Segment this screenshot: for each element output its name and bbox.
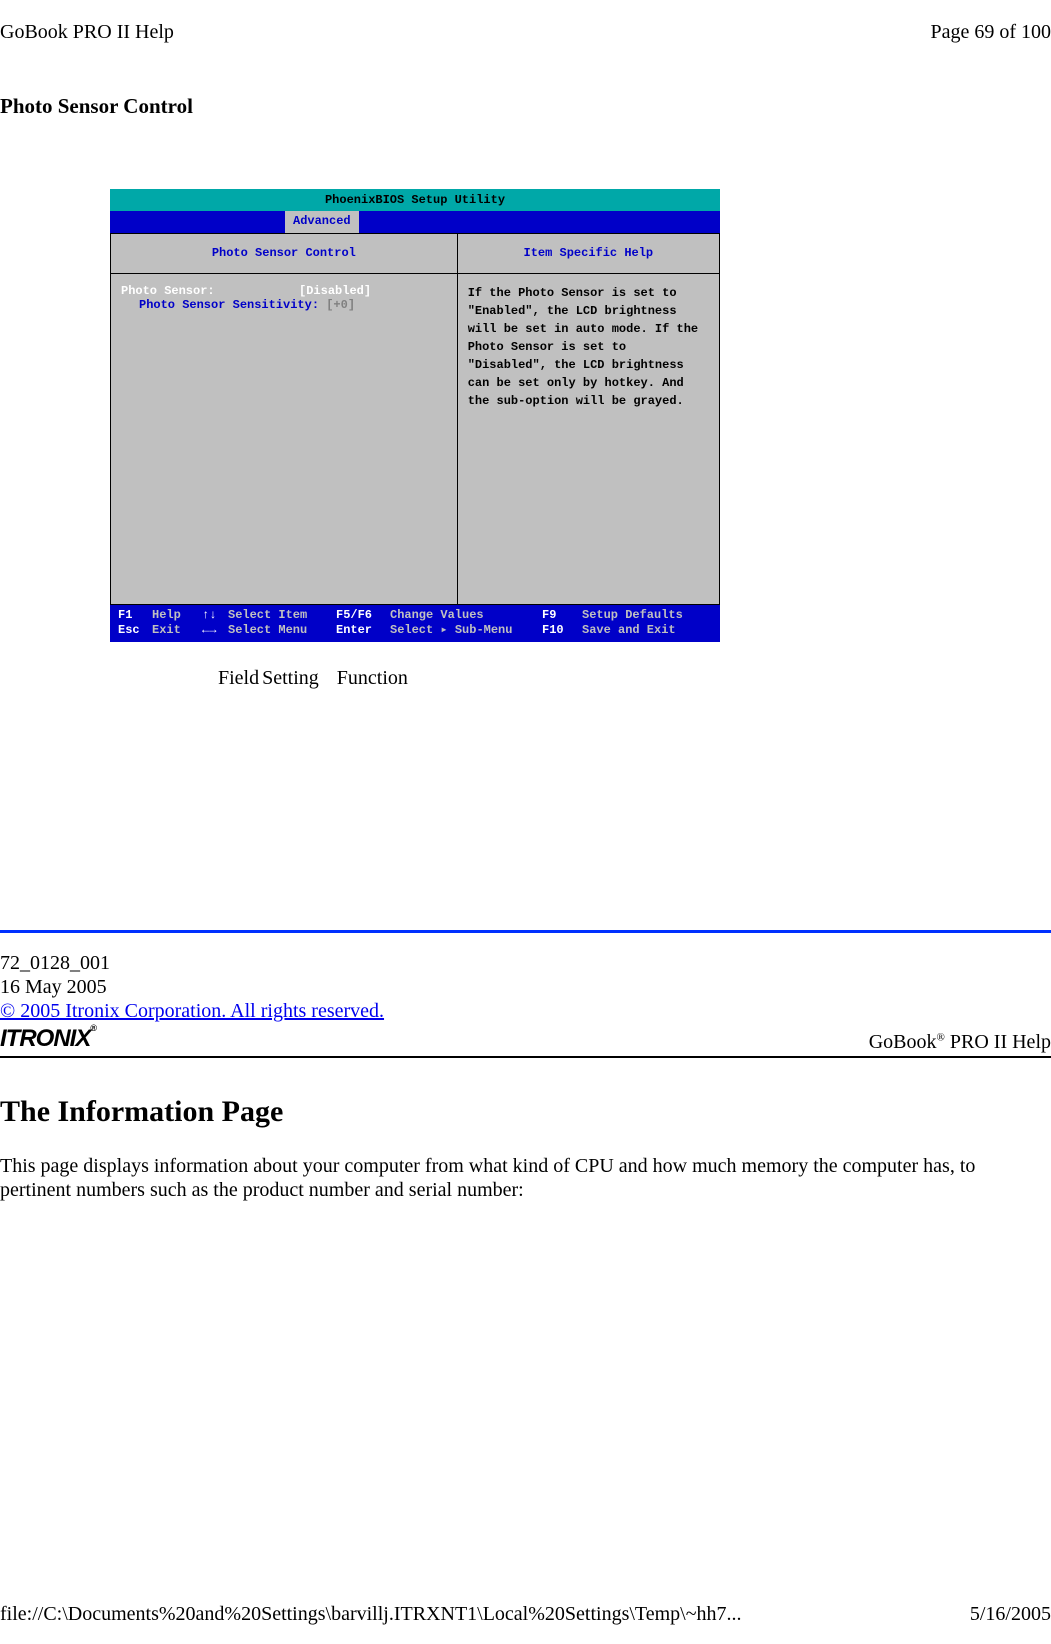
itronix-logo: ITRONIX® <box>0 1025 96 1054</box>
table-header-row: FieldSetting Function <box>218 666 1051 690</box>
doc-date: 16 May 2005 <box>0 975 1051 999</box>
bios-action-help: Help <box>152 608 202 622</box>
logo-text: ITRONIX <box>0 1025 90 1052</box>
header-right: Page 69 of 100 <box>930 20 1051 44</box>
help-title-right: GoBook® PRO II Help <box>869 1030 1051 1054</box>
bios-sensitivity-label: Photo Sensor Sensitivity: <box>121 298 319 312</box>
help-prefix: GoBook <box>869 1031 937 1053</box>
bios-tab-advanced: Advanced <box>285 211 359 233</box>
bios-key-leftright: ←→ <box>202 623 228 637</box>
bios-screenshot: PhoenixBIOS Setup Utility Advanced Photo… <box>110 189 720 642</box>
bios-footer: F1 Help ↑↓ Select Item F5/F6 Change Valu… <box>110 605 720 642</box>
col-setting: Setting <box>262 667 319 689</box>
bios-key-enter: Enter <box>336 623 390 637</box>
logo-reg-icon: ® <box>90 1023 96 1033</box>
bios-key-f9: F9 <box>542 608 582 622</box>
bios-action-selectitem: Select Item <box>228 608 336 622</box>
bios-action-selectsubmenu: Select ▸ Sub-Menu <box>390 623 542 637</box>
bios-action-selectmenu: Select Menu <box>228 623 336 637</box>
section-title: Photo Sensor Control <box>0 94 1051 119</box>
help-suffix: PRO II Help <box>945 1031 1051 1053</box>
bios-action-exit: Exit <box>152 623 202 637</box>
bios-action-changevalues: Change Values <box>390 608 542 622</box>
col-field: Field <box>218 667 259 689</box>
header-left: GoBook PRO II Help <box>0 20 174 44</box>
bios-tab-row: Advanced <box>110 211 720 233</box>
doc-number: 72_0128_001 <box>0 951 1051 975</box>
bios-action-setupdefaults: Setup Defaults <box>582 608 683 622</box>
col-function: Function <box>337 667 408 689</box>
bios-help-text: If the Photo Sensor is set to "Enabled",… <box>458 274 719 420</box>
page-title: The Information Page <box>0 1094 1051 1130</box>
footer-path: file://C:\Documents%20and%20Settings\bar… <box>0 1602 742 1626</box>
divider-blue <box>0 930 1051 933</box>
bios-sensitivity-value: [+0] <box>326 298 355 312</box>
footer-date: 5/16/2005 <box>970 1602 1051 1626</box>
bios-title: PhoenixBIOS Setup Utility <box>110 189 720 211</box>
bios-key-f5f6: F5/F6 <box>336 608 390 622</box>
page-body-text: This page displays information about you… <box>0 1154 1051 1202</box>
bios-key-f1: F1 <box>118 608 152 622</box>
bios-action-saveexit: Save and Exit <box>582 623 676 637</box>
bios-key-esc: Esc <box>118 623 152 637</box>
copyright-link[interactable]: © 2005 Itronix Corporation. All rights r… <box>0 1000 384 1022</box>
bios-photo-sensor-label: Photo Sensor: <box>121 284 215 298</box>
reg-icon: ® <box>937 1031 945 1043</box>
bios-key-f10: F10 <box>542 623 582 637</box>
bios-right-heading: Item Specific Help <box>458 246 719 272</box>
bios-left-heading: Photo Sensor Control <box>111 246 457 272</box>
bios-key-updown: ↑↓ <box>202 608 228 622</box>
bios-photo-sensor-value: [Disabled] <box>299 284 371 298</box>
